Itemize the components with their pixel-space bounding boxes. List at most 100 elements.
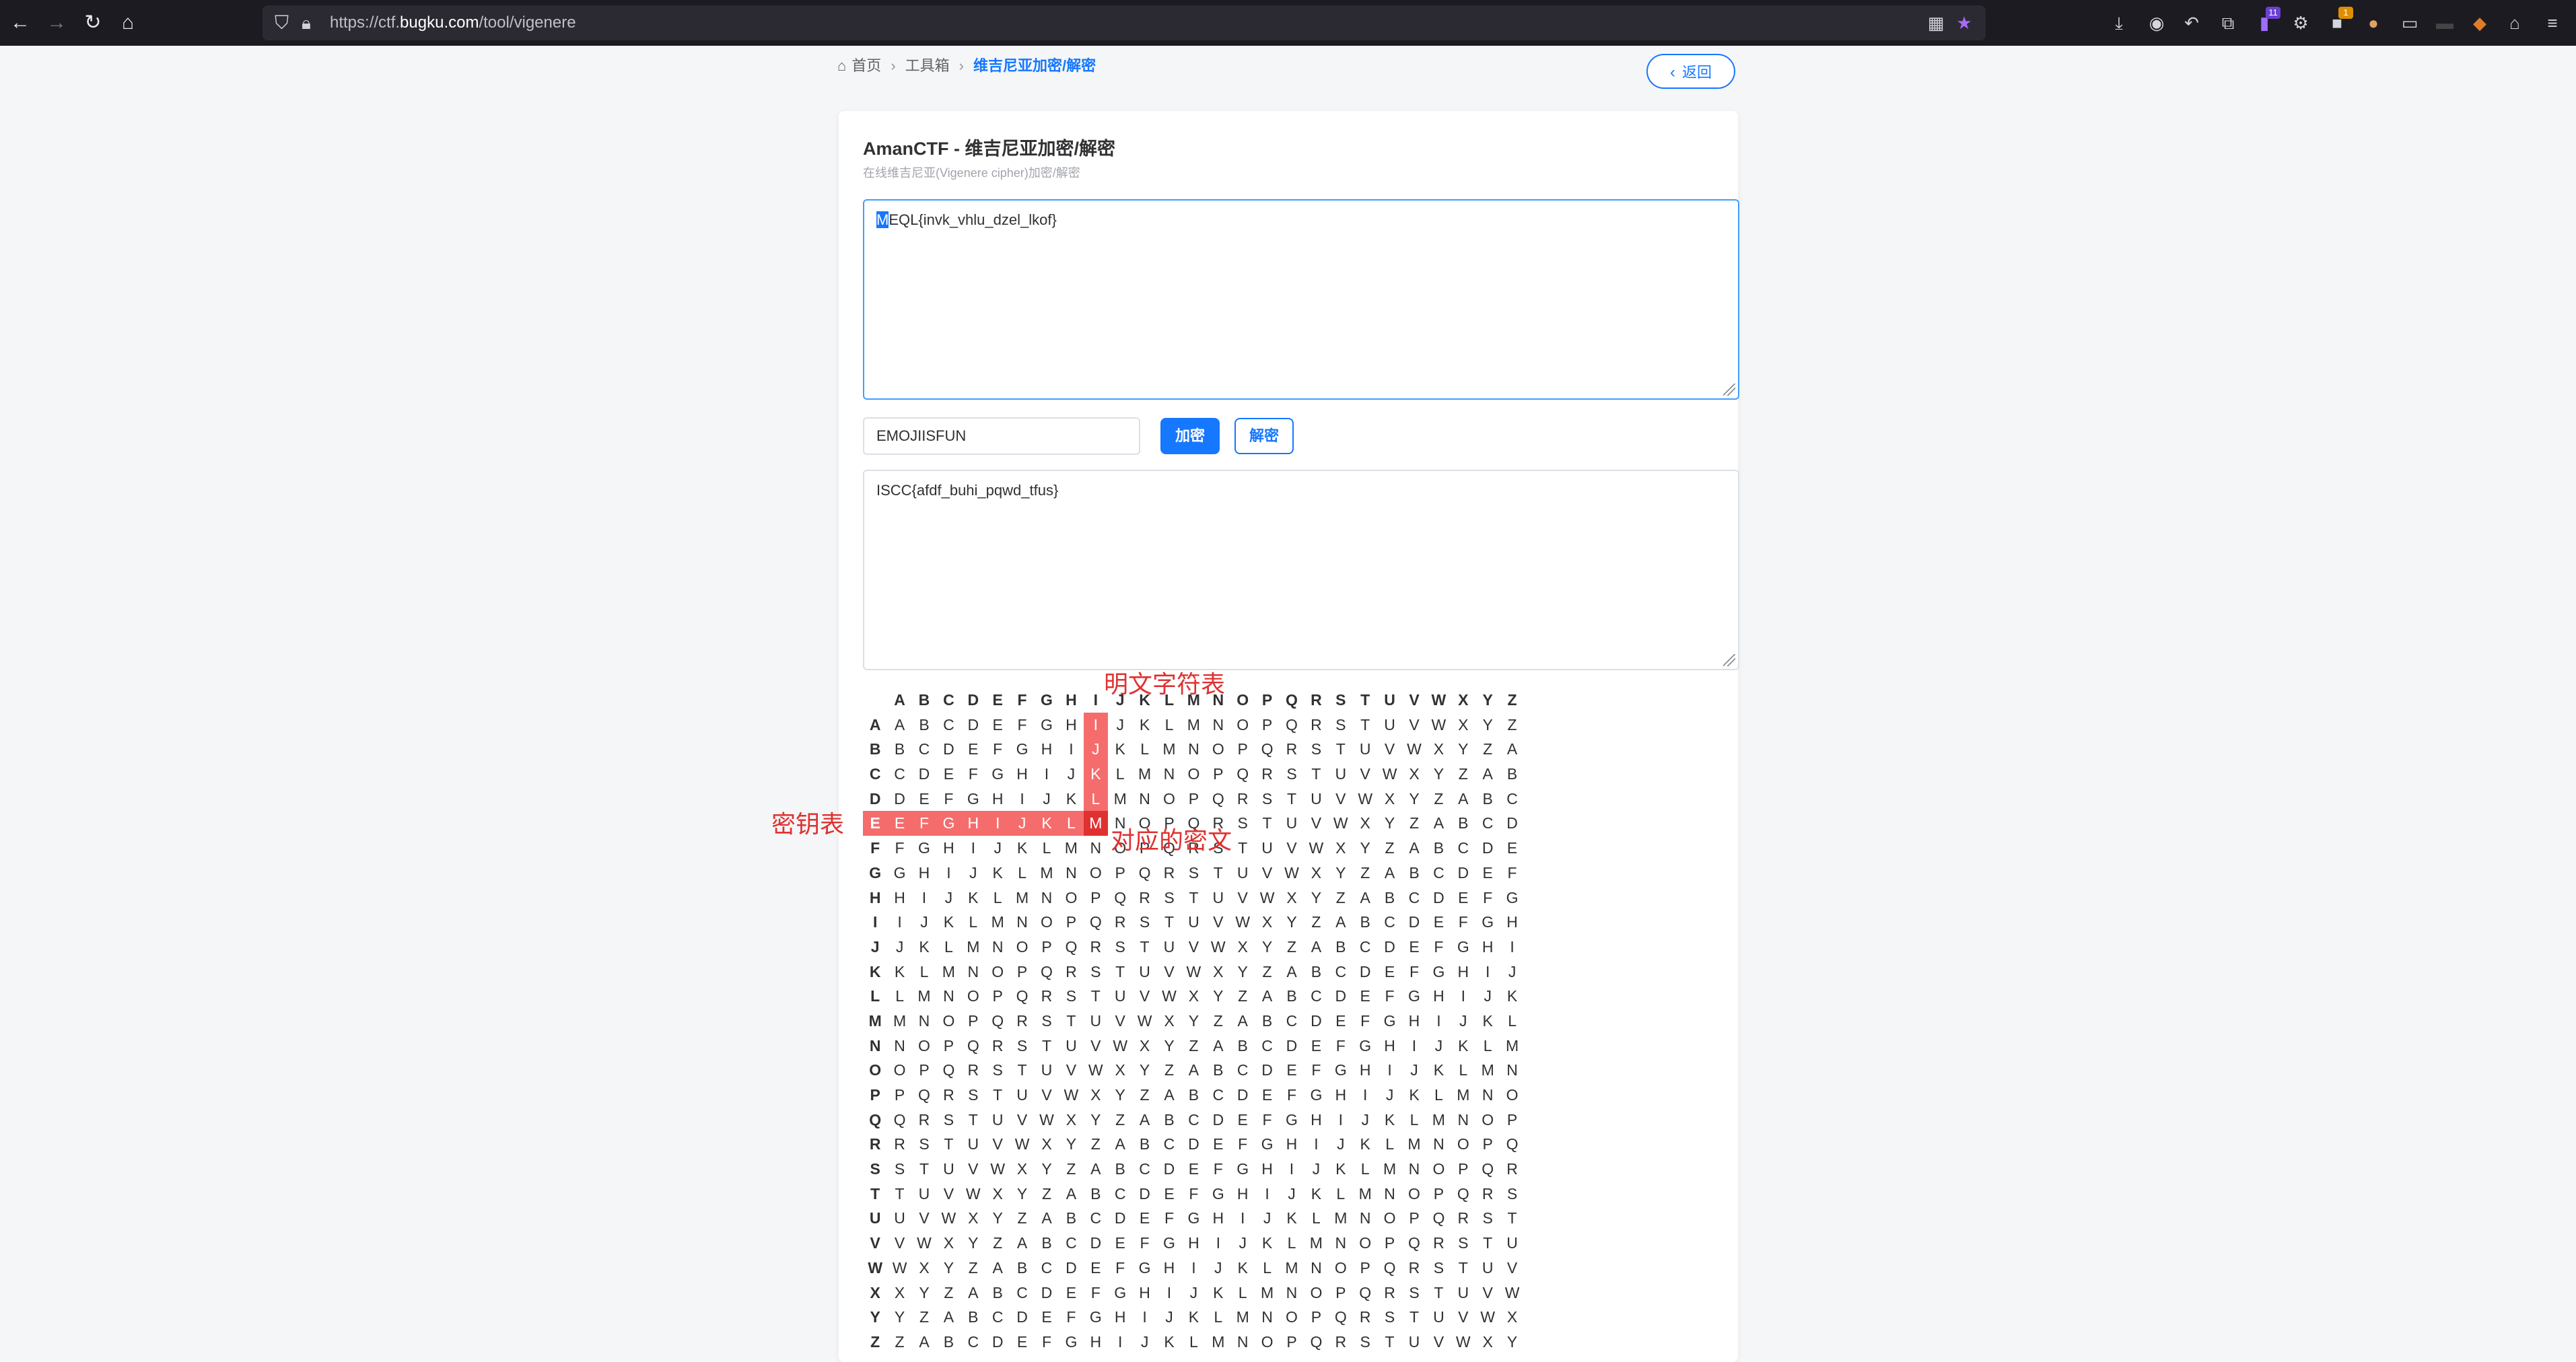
- table-cell: V: [1482, 1283, 1493, 1301]
- url-text[interactable]: https://ctf.bugku.com/tool/vigenere: [330, 13, 576, 33]
- table-cell: P: [1433, 1184, 1444, 1203]
- table-cell: B: [1384, 888, 1395, 906]
- table-cell: K: [1016, 839, 1028, 857]
- table-cell: F: [1066, 1308, 1076, 1326]
- table-cell: K: [1261, 1234, 1273, 1252]
- table-cell: S: [894, 1160, 905, 1178]
- table-cell: R: [1090, 937, 1102, 956]
- table-cell: L: [1042, 839, 1051, 857]
- input-textarea[interactable]: MEQL{invk_vhlu_dzel_lkof}: [863, 199, 1739, 400]
- table-cell: G: [1457, 937, 1469, 956]
- table-cell: V: [1016, 1110, 1028, 1128]
- breadcrumb-current: 维吉尼亚加密/解密: [973, 57, 1096, 75]
- table-cell: Z: [1335, 888, 1346, 906]
- table-cell: F: [1115, 1258, 1125, 1277]
- table-cell: J: [1165, 1308, 1173, 1326]
- table-cell: J: [1140, 1332, 1149, 1351]
- table-cell: Q: [1114, 888, 1127, 906]
- table-cell: X: [1286, 888, 1297, 906]
- address-bar[interactable]: ⛉ 🔒︎ https://ctf.bugku.com/tool/vigenere…: [263, 5, 1986, 40]
- table-cell: G: [1506, 888, 1519, 906]
- table-cell: K: [1034, 811, 1059, 836]
- column-header-A: A: [894, 691, 905, 709]
- selected-char: M: [876, 211, 889, 228]
- metamask-fox-icon[interactable]: ◆: [2466, 9, 2493, 36]
- table-cell: H: [894, 888, 905, 906]
- table-cell: C: [1139, 1160, 1150, 1178]
- table-cell: C: [1408, 888, 1420, 906]
- url-path: /tool/vigenere: [479, 13, 576, 32]
- table-cell: K: [1066, 789, 1077, 808]
- table-cell: I: [1314, 1135, 1319, 1153]
- column-header-G: G: [1041, 691, 1053, 709]
- back-arrow-icon[interactable]: ←: [7, 9, 34, 36]
- table-cell: T: [1286, 789, 1297, 808]
- table-cell: N: [1359, 1209, 1371, 1227]
- table-cell: B: [1139, 1135, 1150, 1153]
- column-header-D: D: [967, 691, 979, 709]
- table-cell: K: [1482, 1011, 1493, 1030]
- settings-gear-icon[interactable]: ⚙: [2287, 9, 2314, 36]
- shield-icon[interactable]: ⛉: [275, 9, 289, 36]
- reload-icon[interactable]: ↻: [79, 9, 106, 36]
- table-cell: O: [991, 962, 1004, 980]
- table-cell: G: [1163, 1234, 1175, 1252]
- key-input[interactable]: EMOJIISFUN: [863, 417, 1140, 455]
- decrypt-button[interactable]: 解密: [1234, 418, 1294, 454]
- table-cell: H: [1066, 715, 1077, 733]
- resize-grip-icon[interactable]: [1723, 654, 1735, 666]
- table-cell: L: [1508, 1011, 1517, 1030]
- table-cell: K: [1311, 1184, 1322, 1203]
- qr-code-icon[interactable]: ▦: [1922, 9, 1949, 36]
- table-cell: N: [1311, 1258, 1322, 1277]
- table-cell: A: [1041, 1209, 1052, 1227]
- breadcrumb-home[interactable]: 首页: [851, 56, 881, 76]
- home-crumb-icon[interactable]: ⌂: [837, 56, 846, 76]
- table-cell: V: [1384, 740, 1395, 758]
- back-button[interactable]: ‹ 返回: [1646, 54, 1735, 89]
- table-cell: X: [894, 1283, 905, 1301]
- table-cell: W: [1088, 1061, 1103, 1079]
- table-cell: R: [1335, 1332, 1347, 1351]
- table-cell: G: [1383, 1011, 1396, 1030]
- table-cell: R: [967, 1061, 979, 1079]
- row-header-M: M: [868, 1011, 882, 1030]
- table-cell: D: [1359, 962, 1371, 980]
- breadcrumb-toolbox[interactable]: 工具箱: [905, 56, 950, 76]
- table-cell: X: [1164, 1011, 1175, 1030]
- table-cell: M: [1040, 863, 1053, 882]
- undo-icon[interactable]: ↶: [2178, 9, 2205, 36]
- home-icon[interactable]: ⌂: [114, 9, 141, 36]
- table-cell: Z: [1238, 987, 1248, 1005]
- extension-hat-icon[interactable]: ⌂: [2501, 9, 2528, 36]
- table-cell: M: [1481, 1061, 1494, 1079]
- account-icon[interactable]: ◉: [2143, 9, 2170, 36]
- extension-dark-icon[interactable]: ■ 1: [2324, 7, 2353, 36]
- encrypt-button[interactable]: 加密: [1160, 418, 1220, 454]
- table-cell: U: [1384, 715, 1395, 733]
- extension-blank-icon[interactable]: ▬: [2431, 9, 2458, 36]
- table-cell: A: [1213, 1036, 1224, 1054]
- table-cell: S: [1139, 913, 1150, 931]
- resize-grip-icon[interactable]: [1723, 384, 1735, 396]
- forward-arrow-icon[interactable]: →: [43, 9, 70, 36]
- table-cell: D: [1482, 839, 1494, 857]
- table-cell: E: [1409, 937, 1420, 956]
- table-cell: V: [1090, 1036, 1101, 1054]
- table-cell: W: [1431, 715, 1447, 733]
- extension-cookie-icon[interactable]: ●: [2360, 9, 2387, 36]
- lock-icon[interactable]: 🔒︎: [302, 9, 311, 36]
- vigenere-row-M: MMNOPQRSTUVWXYZABCDEFGHIJKL: [863, 1009, 1517, 1034]
- extension-purple-icon[interactable]: ▮ 11: [2251, 7, 2281, 36]
- sidebar-icon[interactable]: ▭: [2396, 9, 2423, 36]
- column-header-R: R: [1311, 691, 1322, 709]
- table-cell: Z: [1286, 937, 1297, 956]
- table-cell: E: [943, 765, 954, 783]
- download-icon[interactable]: ⤓: [2105, 9, 2132, 36]
- table-cell: V: [1335, 789, 1346, 808]
- extensions-icon[interactable]: ⧉: [2215, 9, 2241, 36]
- table-cell: M: [1506, 1036, 1519, 1054]
- bookmark-star-icon[interactable]: ★: [1951, 9, 1978, 36]
- output-textarea[interactable]: ISCC{afdf_buhi_pqwd_tfus}: [863, 470, 1739, 670]
- menu-hamburger-icon[interactable]: ≡: [2539, 9, 2566, 36]
